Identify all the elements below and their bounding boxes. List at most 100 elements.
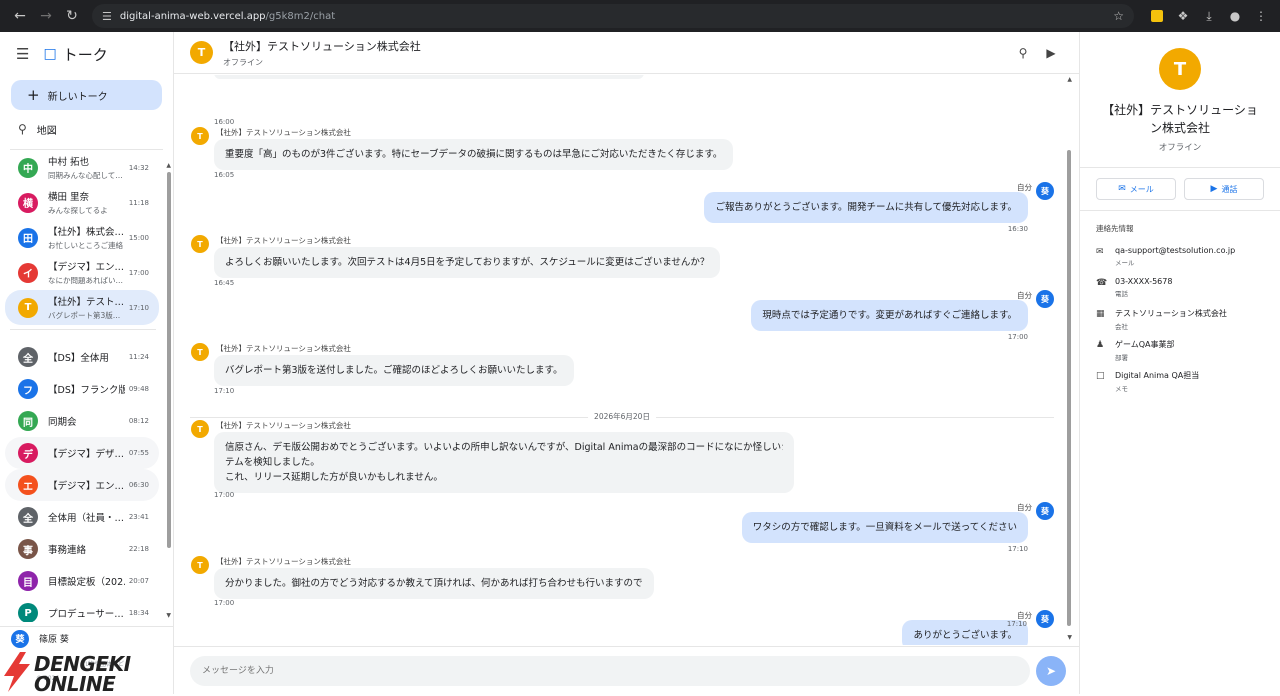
conversation-item[interactable]: 中中村 拓也 同期みんな心配して… 14:32: [5, 150, 159, 185]
avatar: T: [191, 420, 209, 438]
conversation-time: 09:48: [128, 385, 149, 393]
conversation-name: 横田 里奈: [48, 192, 90, 203]
composer: ➤: [174, 646, 1080, 694]
more-icon[interactable]: ⋮: [1250, 5, 1272, 27]
section-title: 連絡先情報: [1096, 224, 1134, 233]
sidebar-item-label: 地図: [36, 125, 57, 137]
message-input[interactable]: [190, 655, 1030, 686]
building-icon: ▦: [1096, 309, 1105, 319]
download-icon[interactable]: ⤓: [1198, 5, 1220, 27]
chat-title: 【社外】テストソリューション株式会社: [223, 39, 421, 53]
conversation-name: 中村 拓也: [48, 157, 90, 168]
conversation-time: 23:41: [128, 513, 149, 521]
profile-icon[interactable]: ●: [1224, 5, 1246, 27]
conversation-name: 【デジマ】エン…: [48, 262, 125, 273]
conversation-item[interactable]: デ【デジマ】デザ… 07:55: [5, 437, 159, 469]
message-time: 16:30: [1007, 225, 1028, 233]
message-line: テムを検知しました。: [225, 457, 320, 468]
contact-row: ☎ 03-XXXX-5678 電話: [1096, 277, 1264, 308]
message-time: 16:00: [214, 118, 235, 126]
conversation-item[interactable]: 全全体用（社員・… 23:41: [5, 501, 159, 533]
avatar: 葵: [1036, 182, 1054, 200]
contact-row: □ Digital Anima QA担当 メモ: [1096, 370, 1264, 401]
conversation-time: 11:18: [128, 198, 149, 207]
conversation-time: 17:00: [128, 268, 149, 277]
avatar: P: [18, 603, 38, 622]
video-call-icon[interactable]: ▶: [1037, 46, 1065, 60]
sidebar-scrollbar[interactable]: [167, 172, 171, 548]
scroll-up-icon[interactable]: ▲: [1067, 76, 1072, 83]
contact-label: メモ: [1115, 385, 1128, 393]
sidebar: ☰ □ トーク + 新しいトーク ⚲ 地図 中中村 拓也 同期みんな心配して… 14…: [0, 32, 174, 696]
chat-bubble-icon: □: [43, 46, 57, 62]
memo-icon: □: [1096, 371, 1105, 381]
contact-row: ✉ qa-support@testsolution.co.jp メール: [1096, 246, 1264, 277]
conversation-preview: お忙しいところご連絡: [48, 241, 123, 250]
conversation-time: 14:32: [128, 163, 149, 172]
extension-icon[interactable]: [1146, 5, 1168, 27]
lightning-logo-icon: [4, 652, 30, 692]
send-button[interactable]: ➤: [1036, 655, 1066, 686]
plus-icon: +: [27, 86, 40, 104]
conversation-item[interactable]: P プロデューサー… 18:34: [5, 597, 159, 622]
url-path: /g5k8m2/chat: [265, 10, 336, 22]
message-bubble: ご報告ありがとうございます。開発チームに共有して優先対応します。: [704, 192, 1028, 223]
watermark-logo: DENGEKI ONLINE: [0, 650, 131, 696]
contact-value: Digital Anima QA担当: [1115, 371, 1200, 380]
new-talk-button[interactable]: + 新しいトーク: [11, 80, 162, 110]
avatar: デ: [18, 443, 38, 463]
contact-row: ♟ ゲームQA事業部 部署: [1096, 339, 1264, 370]
conversation-item[interactable]: 全【DS】全体用 11:24: [5, 341, 159, 373]
message-bubble: [214, 75, 644, 79]
video-call-icon: ▶: [1210, 184, 1218, 194]
current-user[interactable]: 葵 篠原 葵: [0, 626, 174, 650]
conversation-item[interactable]: フ【DS】フランク版 09:48: [5, 373, 159, 405]
message-line: 信原さん、デモ版公開おめでとうございます。いよいよの所申し訳ないんですが、Dig…: [225, 442, 783, 453]
avatar: 葵: [11, 629, 29, 648]
conversation-name: 【DS】全体用: [48, 353, 109, 364]
avatar: T: [190, 41, 213, 64]
message-time: 17:10: [1006, 620, 1027, 628]
call-label: 通話: [1221, 184, 1238, 194]
call-button[interactable]: ▶ 通話: [1184, 178, 1264, 200]
back-icon[interactable]: ←: [8, 4, 32, 28]
scroll-down-icon[interactable]: ▼: [166, 612, 171, 619]
conversation-time: 11:24: [128, 353, 149, 361]
forward-icon[interactable]: →: [34, 4, 58, 28]
avatar: 事: [18, 539, 38, 559]
puzzle-icon[interactable]: ❖: [1172, 5, 1194, 27]
browser-toolbar: ← → ↻ ☰ digital-anima-web.vercel.app/g5k…: [0, 0, 1280, 32]
conversation-item[interactable]: 事事務連絡 22:18: [5, 533, 159, 565]
scroll-up-icon[interactable]: ▲: [166, 162, 171, 169]
reload-icon[interactable]: ↻: [60, 4, 84, 28]
sender-name: 【社外】テストソリューション株式会社: [216, 557, 351, 566]
avatar: フ: [18, 379, 38, 399]
mail-button[interactable]: ✉ メール: [1096, 178, 1176, 200]
conversation-item[interactable]: エ【デジマ】エン… 06:30: [5, 469, 159, 501]
bookmark-star-icon[interactable]: ☆: [1113, 9, 1124, 23]
conversation-item[interactable]: 目目標設定板（202… 20:07: [5, 565, 159, 597]
mail-icon: ✉: [1096, 247, 1104, 257]
conversation-item[interactable]: イ【デジマ】エン… なにか問題あればい… 17:00: [5, 255, 159, 290]
contact-value: テストソリューション株式会社: [1115, 309, 1227, 318]
conversation-item[interactable]: 田【社外】株式会… お忙しいところご連絡 15:00: [5, 220, 159, 255]
conversation-item[interactable]: 同同期会 08:12: [5, 405, 159, 437]
avatar: 全: [18, 507, 38, 527]
message-bubble: よろしくお願いいたします。次回テストは4月5日を予定しておりますが、スケジュール…: [214, 247, 721, 278]
address-bar[interactable]: ☰ digital-anima-web.vercel.app/g5k8m2/ch…: [92, 4, 1134, 28]
new-talk-label: 新しいトーク: [47, 91, 108, 103]
search-icon[interactable]: ⚲: [1009, 46, 1037, 60]
message-time: 16:45: [214, 279, 235, 287]
conversation-item[interactable]: T 【社外】テスト… バグレポート第3版… 17:10: [5, 290, 159, 325]
avatar: T: [191, 235, 209, 253]
conversation-item[interactable]: 横横田 里奈 みんな探してるよ 11:18: [5, 185, 159, 220]
sidebar-item-map[interactable]: ⚲ 地図: [0, 112, 173, 146]
scroll-down-icon[interactable]: ▼: [1067, 634, 1072, 641]
chat-scrollbar[interactable]: [1067, 150, 1071, 626]
menu-icon[interactable]: ☰: [16, 45, 29, 63]
site-settings-icon[interactable]: ☰: [102, 10, 112, 23]
message-bubble: 分かりました。御社の方でどう対応するか教えて頂ければ、何かあれば打ち合わせも行い…: [214, 568, 654, 599]
avatar: T: [191, 127, 209, 145]
contact-value: qa-support@testsolution.co.jp: [1115, 246, 1236, 255]
send-icon: ➤: [1045, 663, 1057, 678]
